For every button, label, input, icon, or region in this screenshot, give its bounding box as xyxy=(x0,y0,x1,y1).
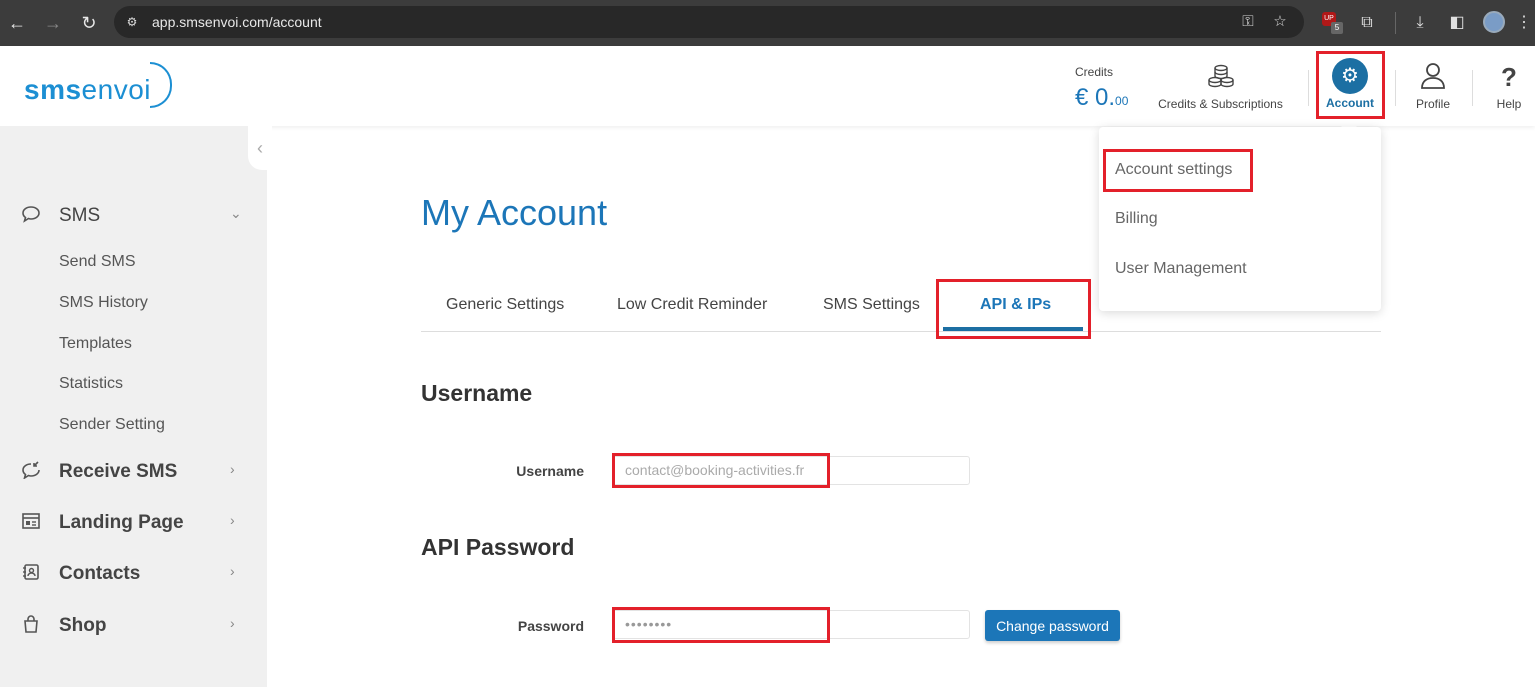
api-password-section-title: API Password xyxy=(421,534,575,560)
browser-toolbar: ← → ↻ ⚙ app.smsenvoi.com/account ⚿ ☆ UP … xyxy=(0,0,1535,46)
logo-arc-icon xyxy=(150,62,172,108)
header-divider xyxy=(1308,70,1309,106)
username-label: Username xyxy=(516,463,584,479)
sidebar-item-statistics[interactable]: Statistics xyxy=(59,375,123,393)
side-panel-icon[interactable]: ◧ xyxy=(1443,9,1471,37)
header-divider xyxy=(1395,70,1396,106)
gear-settings-icon: ⚙ xyxy=(1332,58,1368,94)
chevron-right-icon: › xyxy=(230,461,235,477)
collapse-sidebar-chevron-icon[interactable]: ‹ xyxy=(248,126,272,170)
extensions-puzzle-icon[interactable]: ⧉ xyxy=(1353,9,1381,37)
password-label: Password xyxy=(517,618,584,634)
landing-page-icon xyxy=(20,512,42,534)
sidebar-section-label: Contacts xyxy=(59,563,141,584)
username-field[interactable]: contact@booking-activities.fr xyxy=(612,456,970,485)
sidebar-section-contacts[interactable]: Contacts › xyxy=(0,557,267,591)
sidebar-item-send-sms[interactable]: Send SMS xyxy=(59,253,135,271)
credits-cents: 00 xyxy=(1115,94,1129,108)
credits-balance: € 0.00 xyxy=(1075,84,1128,112)
chevron-right-icon: › xyxy=(230,512,235,528)
extension-count-badge: 5 xyxy=(1331,22,1343,34)
coins-stack-icon xyxy=(1153,62,1288,92)
question-mark-icon: ? xyxy=(1501,62,1517,92)
sidebar-section-shop[interactable]: Shop › xyxy=(0,609,267,643)
credits-label: Credits xyxy=(1075,65,1114,79)
star-icon[interactable]: ☆ xyxy=(1270,12,1290,32)
credits-subscriptions-button[interactable]: Credits & Subscriptions xyxy=(1153,62,1288,111)
chevron-right-icon: › xyxy=(230,615,235,631)
active-tab-indicator xyxy=(943,327,1083,331)
credits-subscriptions-label: Credits & Subscriptions xyxy=(1158,97,1283,111)
account-dropdown-menu: Account settings Billing User Management xyxy=(1099,127,1381,311)
menu-item-account-settings[interactable]: Account settings xyxy=(1115,161,1232,179)
help-label: Help xyxy=(1496,97,1522,111)
chevron-down-icon: ⌄ xyxy=(230,205,242,221)
password-field[interactable]: •••••••• xyxy=(612,610,970,639)
account-button[interactable]: ⚙ Account xyxy=(1320,58,1380,110)
receive-sms-icon xyxy=(20,461,42,483)
sidebar-section-label: SMS xyxy=(59,205,101,226)
sidebar-item-templates[interactable]: Templates xyxy=(59,335,132,353)
sidebar-item-sender-setting[interactable]: Sender Setting xyxy=(59,416,165,434)
sidebar-section-label: Landing Page xyxy=(59,512,184,533)
profile-button[interactable]: Profile xyxy=(1408,62,1458,111)
url-text: app.smsenvoi.com/account xyxy=(152,14,322,30)
forward-arrow-icon[interactable]: → xyxy=(38,8,68,38)
tab-api-ips[interactable]: API & IPs xyxy=(980,296,1051,314)
credits-amount: € 0. xyxy=(1075,84,1116,111)
shopping-bag-icon xyxy=(20,615,42,637)
site-settings-icon[interactable]: ⚙ xyxy=(124,14,140,30)
sidebar-section-sms[interactable]: SMS ⌄ xyxy=(0,199,267,233)
dropdown-caret xyxy=(1341,119,1357,127)
profile-avatar[interactable] xyxy=(1483,11,1505,33)
username-section-title: Username xyxy=(421,380,533,406)
tab-low-credit-reminder[interactable]: Low Credit Reminder xyxy=(617,296,767,314)
menu-item-user-management[interactable]: User Management xyxy=(1115,260,1247,278)
profile-label: Profile xyxy=(1415,97,1450,111)
chevron-right-icon: › xyxy=(230,563,235,579)
menu-item-billing[interactable]: Billing xyxy=(1115,210,1158,228)
logo-sms-text: sms xyxy=(24,74,82,105)
app-header: smsenvoi Credits € 0.00 Credits & Subscr… xyxy=(0,46,1535,126)
sidebar-section-landing-page[interactable]: Landing Page › xyxy=(0,506,267,540)
help-button[interactable]: ? Help xyxy=(1487,62,1531,111)
logo-envoi-text: envoi xyxy=(81,74,151,105)
sidebar-section-receive-sms[interactable]: Receive SMS › xyxy=(0,455,267,489)
sidebar-item-sms-history[interactable]: SMS History xyxy=(59,294,148,312)
page-title: My Account xyxy=(421,192,608,233)
sidebar-section-label: Receive SMS xyxy=(59,461,178,482)
key-icon[interactable]: ⚿ xyxy=(1238,12,1258,32)
user-profile-icon xyxy=(1408,62,1458,92)
toolbar-divider xyxy=(1395,12,1396,34)
download-icon[interactable]: ⤓ xyxy=(1406,9,1434,37)
smsenvoi-logo[interactable]: smsenvoi xyxy=(24,74,151,106)
kebab-menu-icon[interactable]: ⋮ xyxy=(1510,9,1535,37)
address-bar[interactable]: ⚙ app.smsenvoi.com/account ⚿ ☆ xyxy=(114,6,1304,38)
speech-bubble-icon xyxy=(20,205,42,227)
tab-generic-settings[interactable]: Generic Settings xyxy=(446,296,564,314)
sidebar-section-label: Shop xyxy=(59,615,107,636)
change-password-button[interactable]: Change password xyxy=(985,610,1120,641)
account-label: Account xyxy=(1326,96,1374,110)
contacts-book-icon xyxy=(20,563,42,585)
tab-sms-settings[interactable]: SMS Settings xyxy=(823,296,920,314)
back-arrow-icon[interactable]: ← xyxy=(2,8,32,38)
header-divider xyxy=(1472,70,1473,106)
reload-icon[interactable]: ↻ xyxy=(74,8,104,38)
